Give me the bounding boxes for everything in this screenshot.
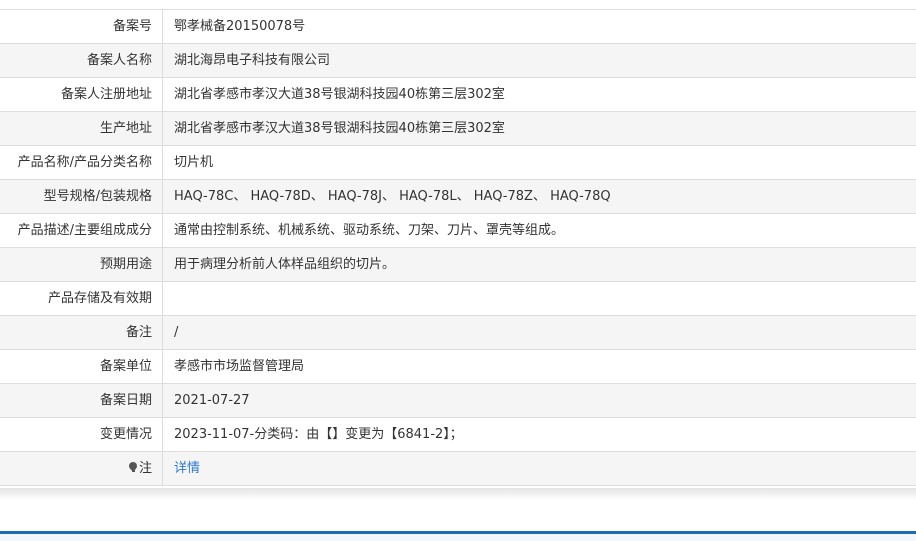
- row-label: 产品名称/产品分类名称: [0, 145, 163, 180]
- table-row: 产品存储及有效期: [0, 281, 916, 316]
- table-row: 预期用途 用于病理分析前人体样品组织的切片。: [0, 247, 916, 282]
- row-value: 通常由控制系统、机械系统、驱动系统、刀架、刀片、罩壳等组成。: [162, 213, 916, 248]
- row-value: 鄂孝械备20150078号: [162, 10, 916, 44]
- note-row: 注 详情: [0, 451, 916, 486]
- note-label-text: 注: [138, 461, 152, 476]
- row-value: [162, 281, 916, 316]
- table-row: 生产地址 湖北省孝感市孝汉大道38号银湖科技园40栋第三层302室: [0, 111, 916, 146]
- row-label: 备案单位: [0, 349, 163, 384]
- table-row: 型号规格/包装规格 HAQ-78C、 HAQ-78D、 HAQ-78J、 HAQ…: [0, 179, 916, 214]
- row-label: 备案日期: [0, 383, 163, 418]
- note-value: 详情: [162, 451, 916, 486]
- row-label: 产品存储及有效期: [0, 281, 163, 316]
- row-value: HAQ-78C、 HAQ-78D、 HAQ-78J、 HAQ-78L、 HAQ-…: [162, 179, 916, 214]
- row-label: 变更情况: [0, 417, 163, 452]
- record-detail-page: 备案号 鄂孝械备20150078号 备案人名称 湖北海昂电子科技有限公司 备案人…: [0, 0, 916, 541]
- row-value: 切片机: [162, 145, 916, 180]
- table-row: 备案单位 孝感市市场监督管理局: [0, 349, 916, 384]
- table-row: 备案号 鄂孝械备20150078号: [0, 10, 916, 44]
- table-row: 产品描述/主要组成成分 通常由控制系统、机械系统、驱动系统、刀架、刀片、罩壳等组…: [0, 213, 916, 248]
- note-label: 注: [0, 451, 163, 486]
- table-row: 备案日期 2021-07-27: [0, 383, 916, 418]
- row-label: 产品描述/主要组成成分: [0, 213, 163, 248]
- row-label: 生产地址: [0, 111, 163, 146]
- row-label: 型号规格/包装规格: [0, 179, 163, 214]
- table-row: 产品名称/产品分类名称 切片机: [0, 145, 916, 180]
- row-value: 湖北省孝感市孝汉大道38号银湖科技园40栋第三层302室: [162, 111, 916, 146]
- row-value: 2023-11-07-分类码：由【】变更为【6841-2】；: [162, 417, 916, 452]
- row-value: 用于病理分析前人体样品组织的切片。: [162, 247, 916, 282]
- footer-area: [0, 534, 916, 541]
- row-label: 备案人名称: [0, 43, 163, 78]
- row-label: 备案人注册地址: [0, 77, 163, 112]
- table-row: 备注 /: [0, 315, 916, 350]
- bulb-icon: [129, 462, 138, 473]
- row-label: 备注: [0, 315, 163, 350]
- detail-link[interactable]: 详情: [174, 461, 200, 476]
- row-label: 备案号: [0, 10, 163, 44]
- table-row: 备案人名称 湖北海昂电子科技有限公司: [0, 43, 916, 78]
- row-value: /: [162, 315, 916, 350]
- row-value: 孝感市市场监督管理局: [162, 349, 916, 384]
- row-value: 湖北省孝感市孝汉大道38号银湖科技园40栋第三层302室: [162, 77, 916, 112]
- row-value: 湖北海昂电子科技有限公司: [162, 43, 916, 78]
- table-row: 备案人注册地址 湖北省孝感市孝汉大道38号银湖科技园40栋第三层302室: [0, 77, 916, 112]
- table-bottom-shadow: [0, 488, 916, 500]
- row-label: 预期用途: [0, 247, 163, 282]
- table-row: 变更情况 2023-11-07-分类码：由【】变更为【6841-2】；: [0, 417, 916, 452]
- record-detail-table: 备案号 鄂孝械备20150078号 备案人名称 湖北海昂电子科技有限公司 备案人…: [0, 10, 916, 486]
- row-value: 2021-07-27: [162, 383, 916, 418]
